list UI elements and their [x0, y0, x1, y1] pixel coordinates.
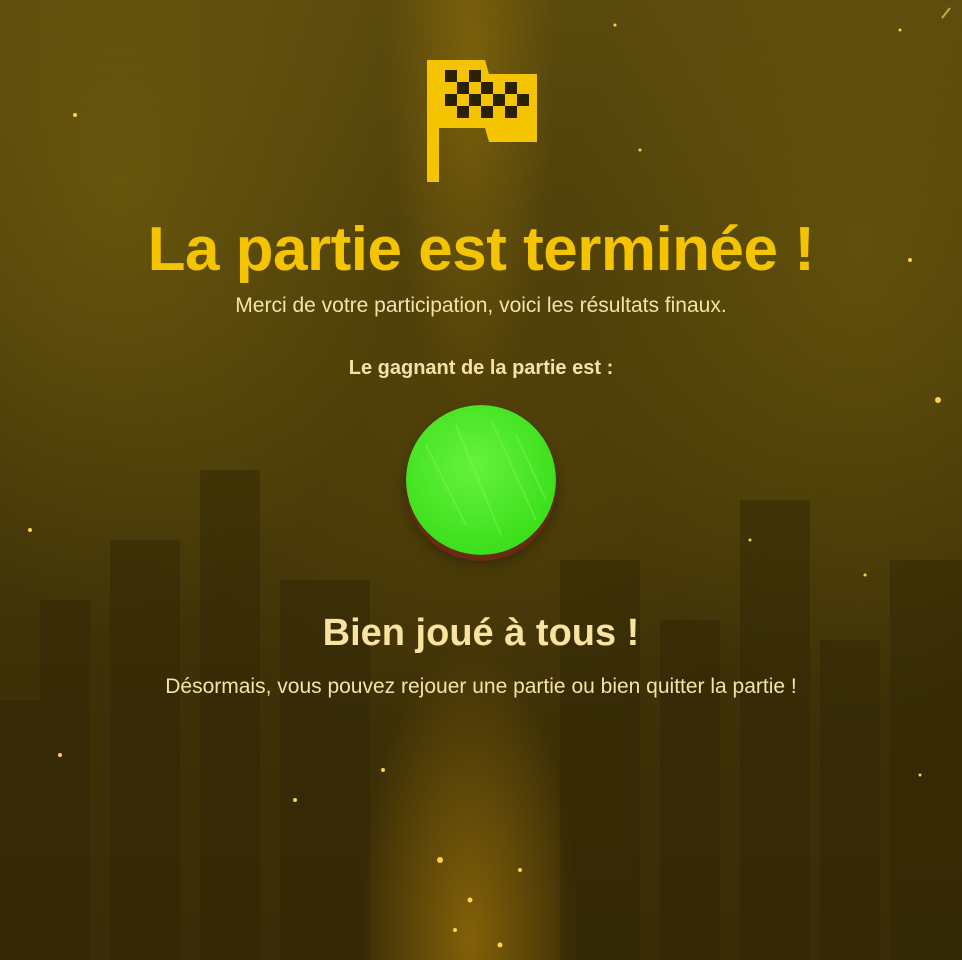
congrats-heading: Bien joué à tous !: [322, 612, 640, 654]
end-description: Désormais, vous pouvez rejouer une parti…: [165, 675, 797, 698]
page-subtitle: Merci de votre participation, voici les …: [235, 294, 727, 317]
winner-label: Le gagnant de la partie est :: [348, 357, 614, 379]
page-title: La partie est terminée !: [147, 215, 815, 284]
checkered-flag-icon: [427, 60, 537, 182]
winner-avatar: [406, 405, 556, 555]
